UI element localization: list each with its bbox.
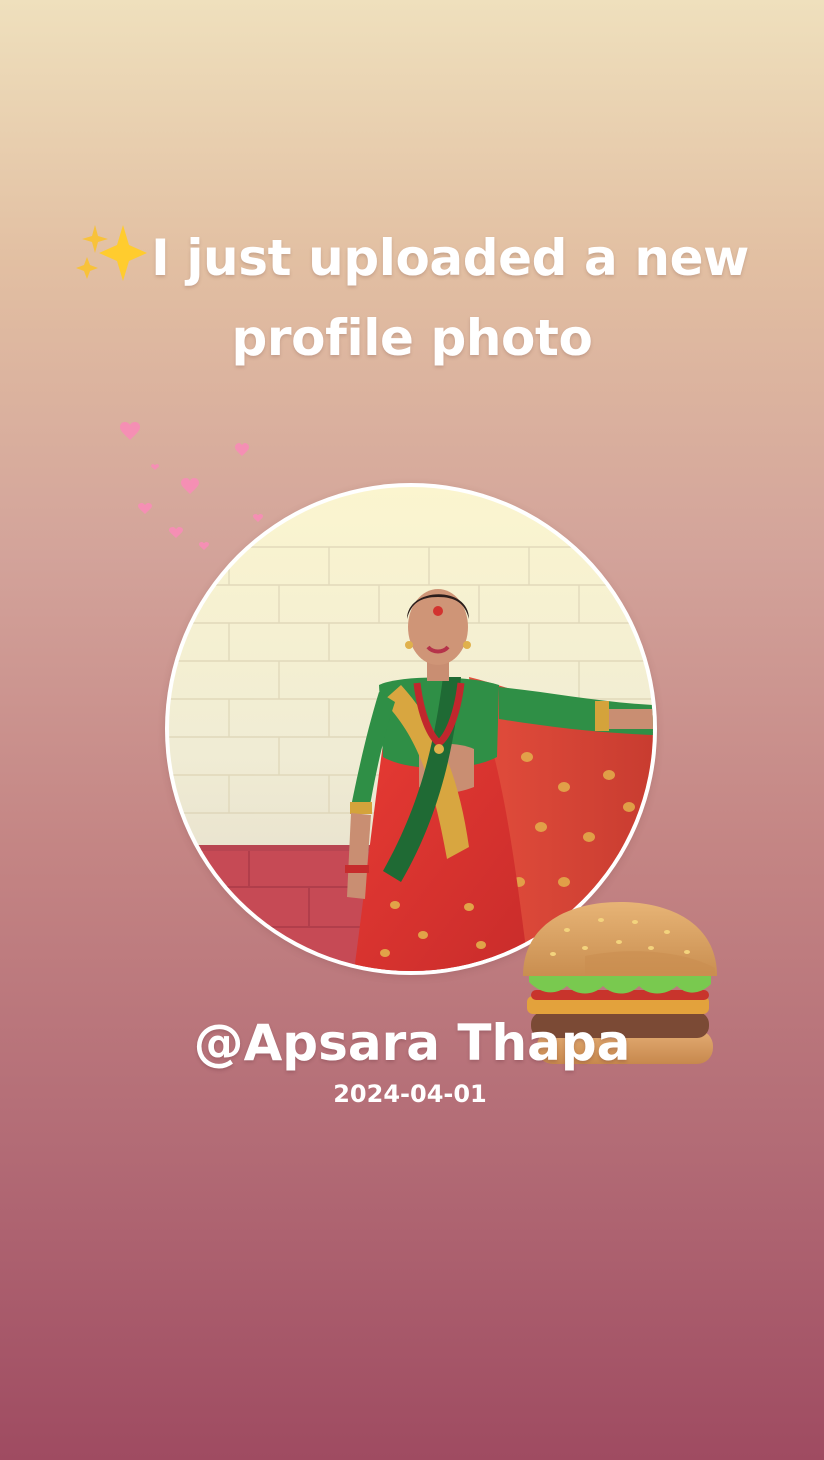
username[interactable]: @Apsara Thapa (150, 1008, 674, 1078)
headline: I just uploaded a new profile photo (50, 218, 774, 378)
post-date: 2024-04-01 (333, 1080, 487, 1108)
profile-photo-announcement: I just uploaded a new profile photo @Aps… (0, 0, 824, 1460)
sparkles-icon (75, 223, 149, 283)
headline-text: I just uploaded a new profile photo (151, 229, 749, 367)
